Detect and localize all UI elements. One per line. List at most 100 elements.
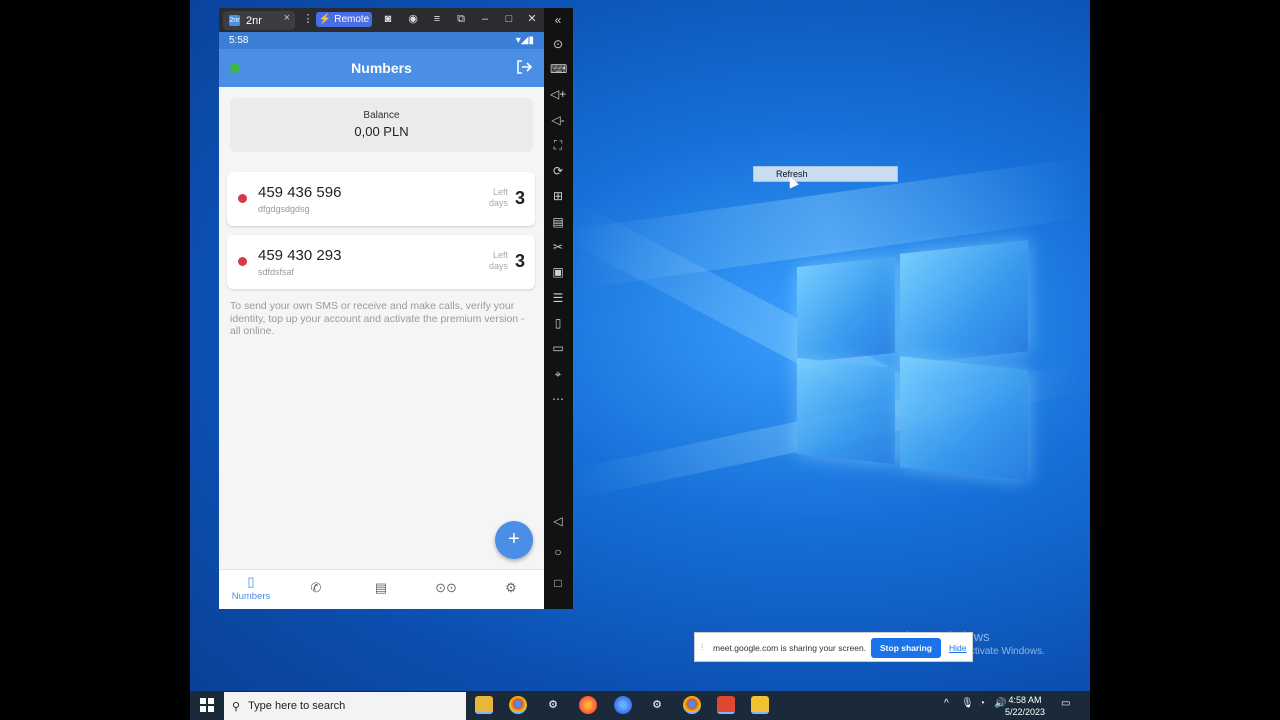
days-left-value: 3 [514,251,525,271]
home-icon[interactable]: ○ [550,544,566,560]
app-bar: Numbers [219,49,544,87]
settings-circle-icon[interactable]: ⊙ [550,36,566,52]
phone-icon: ✆ [310,580,322,595]
gamepad-icon[interactable]: ◙ [381,12,395,26]
remote-label: Remote [334,14,370,25]
online-status-dot [230,63,240,73]
app-red-icon[interactable] [717,696,735,714]
number-note: dfgdgsdgdsg [258,204,310,214]
rotate-icon[interactable]: ⟳ [550,163,566,179]
nav-calls[interactable]: ✆ [284,580,348,596]
windows-logo-pane [900,356,1028,481]
install-apk-icon[interactable]: ⊞ [550,188,566,204]
settings-icon[interactable]: ⚙ [648,696,666,714]
emulator-tab[interactable]: 2nr 2nr × [223,11,295,30]
drag-handle-icon[interactable]: ⁞ [701,642,704,652]
days-left-label: Left days [488,250,508,271]
gear-icon: ⚙ [505,580,517,595]
search-placeholder: Type here to search [248,700,346,712]
taskbar-search[interactable]: ⚲ Type here to search [224,692,466,720]
media-icon[interactable]: ▣ [550,264,566,280]
context-menu-refresh[interactable]: Refresh [753,166,898,182]
menu-icon[interactable]: ≡ [430,12,444,26]
balance-card: Balance 0,00 PLN [230,98,533,152]
phone-number: 459 430 293 [258,247,342,264]
message-icon: ▤ [374,580,388,595]
logout-icon[interactable] [516,59,532,75]
close-icon[interactable]: ✕ [525,12,539,26]
status-icons: ▾◢▮ [515,35,534,46]
folder-icon[interactable]: ▭ [550,340,566,356]
lightning-icon: ⚡ [318,14,332,25]
restore-icon[interactable]: ⧉ [454,12,468,26]
chrome-icon[interactable] [509,696,527,714]
android-status-bar: 5:58 ▾◢▮ [219,32,544,49]
status-dot [238,194,247,203]
remote-button[interactable]: ⚡ Remote [316,12,372,27]
emulator-sidebar: « ⊙ ⌨ ◁+ ◁- ⛶ ⟳ ⊞ ▤ ✂ ▣ ☰ ▯ ▭ ⌖ ⋯ ◁ ○ □ [544,8,573,609]
number-note: sdfdsfsaf [258,267,295,277]
firefox-dev-icon[interactable] [614,696,632,714]
status-dot [238,257,247,266]
keyboard-icon[interactable]: ⌨ [550,61,567,77]
search-icon: ⚲ [232,700,241,713]
recents-icon[interactable]: □ [550,575,566,591]
minimize-icon[interactable]: – [478,12,492,26]
apk-icon[interactable]: ▤ [550,214,566,230]
number-card[interactable]: 459 430 293 sdfdsfsaf Left days 3 [227,235,535,289]
windows-logo-pane [797,256,895,364]
collapse-icon[interactable]: « [550,12,566,28]
volume-down-icon[interactable]: ◁- [550,112,566,128]
share-message: meet.google.com is sharing your screen. [713,643,867,653]
screenshot-icon[interactable]: ⛶ [550,137,566,153]
days-left-value: 3 [514,188,525,208]
close-tab-icon[interactable]: × [284,12,290,24]
hide-link[interactable]: Hide [949,643,966,653]
shake-icon[interactable]: ▯ [550,315,566,331]
emulator-tab-bar: 2nr 2nr × ⋮ ⚡ Remote ◙ ◉ ≡ ⧉ – □ ✕ [219,8,544,32]
status-time: 5:58 [229,35,249,46]
taskbar-clock[interactable]: 4:58 AM 5/22/2023 [1005,694,1045,718]
volume-up-icon[interactable]: ◁+ [550,86,566,102]
tray-chevron-icon[interactable]: ^ [944,698,949,709]
settings-gear-icon[interactable]: ⚙ [544,696,562,714]
app-title: Numbers [351,60,412,76]
location-icon[interactable]: ⌖ [550,366,566,382]
nav-messages[interactable]: ▤ [349,580,413,596]
maximize-icon[interactable]: □ [502,12,516,26]
firefox-icon[interactable] [579,696,597,714]
notifications-icon[interactable]: ▭ [1061,698,1070,709]
windows-taskbar: ⚲ Type here to search ⚙ ⚙ ^ 🎙 ◔ 🔊 4:58 A… [190,691,1090,720]
info-text: To send your own SMS or receive and make… [230,300,525,337]
add-number-button[interactable]: + [495,521,533,559]
more-vertical-icon[interactable]: ⋮ [301,12,315,26]
app-yellow-icon[interactable] [751,696,769,714]
nav-settings[interactable]: ⚙ [479,580,543,596]
app-logo-icon: 2nr [229,15,240,26]
scissors-icon[interactable]: ✂ [550,239,566,255]
macro-icon[interactable]: ☰ [550,290,566,306]
account-icon[interactable]: ◉ [406,12,420,26]
phone-numbers-icon: ▯ [247,574,255,589]
number-card[interactable]: 459 436 596 dfgdgsdgdsg Left days 3 [227,172,535,226]
microphone-icon[interactable]: 🎙 [961,698,974,709]
days-left-label: Left days [488,187,508,208]
phone-number: 459 436 596 [258,184,342,201]
network-icon[interactable]: ◔ [979,698,985,709]
back-icon[interactable]: ◁ [550,513,566,529]
bottom-navigation: ▯ Numbers ✆ ▤ ⊙⊙ ⚙ [219,569,544,609]
stop-sharing-button[interactable]: Stop sharing [871,638,941,658]
more-horizontal-icon[interactable]: ⋯ [550,391,566,407]
nav-numbers[interactable]: ▯ Numbers [219,574,283,602]
nav-voicemail[interactable]: ⊙⊙ [414,580,478,596]
windows-logo-pane [900,240,1028,365]
chrome-profile-icon[interactable] [683,696,701,714]
nav-numbers-label: Numbers [231,591,271,602]
windows-start-icon[interactable] [200,698,214,712]
emulator-window: 2nr 2nr × ⋮ ⚡ Remote ◙ ◉ ≡ ⧉ – □ ✕ « ⊙ ⌨… [219,8,573,609]
windows-logo-pane [797,357,895,465]
tab-title: 2nr [246,14,262,27]
file-explorer-icon[interactable] [475,696,493,714]
clock-time: 4:58 AM [1008,695,1042,705]
balance-label: Balance [363,110,400,121]
